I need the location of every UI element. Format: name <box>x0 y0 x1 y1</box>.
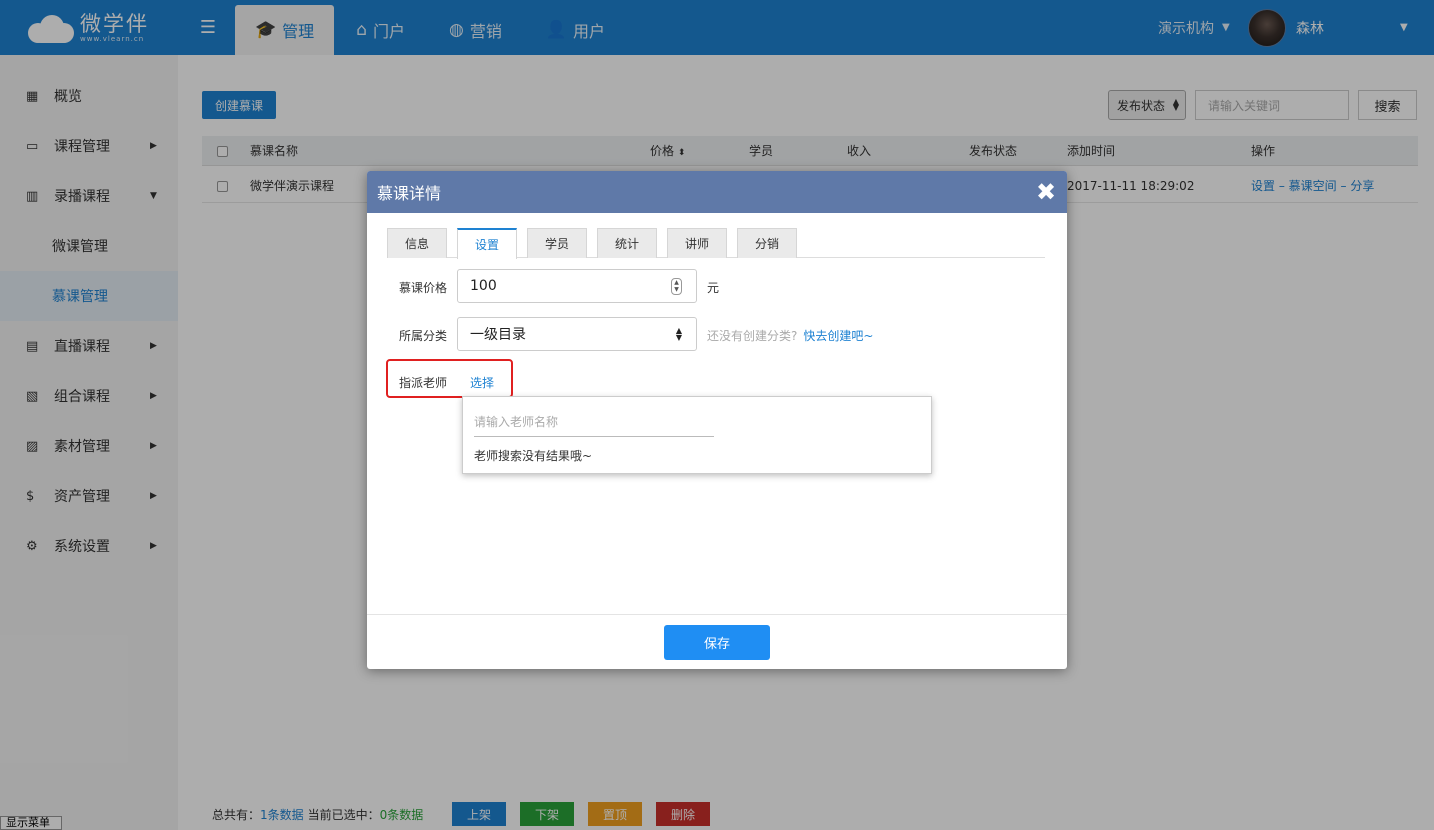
create-category-link[interactable]: 快去创建吧~ <box>803 329 873 343</box>
category-label: 所属分类 <box>399 329 448 343</box>
teacher-search-input[interactable]: 请输入老师名称 <box>474 407 714 437</box>
category-select[interactable]: 一级目录 ▲ ▼ <box>457 317 697 351</box>
select-arrows-icon: ▲ ▼ <box>675 326 682 342</box>
teacher-empty-message: 老师搜索没有结果哦~ <box>474 449 593 463</box>
tab-distribution[interactable]: 分销 <box>737 228 797 258</box>
tab-settings[interactable]: 设置 <box>457 228 517 259</box>
price-input[interactable]: 100 ▲ ▼ <box>457 269 697 303</box>
tab-lecturers[interactable]: 讲师 <box>667 228 727 258</box>
tab-stats[interactable]: 统计 <box>597 228 657 258</box>
close-icon[interactable]: ✖ <box>1033 178 1059 206</box>
modal-footer: 保存 <box>367 614 1067 669</box>
category-hint: 还没有创建分类? 快去创建吧~ <box>707 329 874 343</box>
category-value: 一级目录 <box>470 327 526 343</box>
tab-info[interactable]: 信息 <box>387 228 447 258</box>
save-button[interactable]: 保存 <box>664 625 770 660</box>
modal-tabs: 信息 设置 学员 统计 讲师 分销 <box>387 228 1045 259</box>
teacher-search-dropdown: 请输入老师名称 老师搜索没有结果哦~ <box>462 396 932 474</box>
modal-header: 慕课详情 ✖ <box>367 171 1067 213</box>
select-teacher-link[interactable]: 选择 <box>470 374 494 391</box>
price-value: 100 <box>470 278 497 294</box>
modal-title: 慕课详情 <box>377 184 442 203</box>
tab-students[interactable]: 学员 <box>527 228 587 258</box>
teacher-label: 指派老师 <box>399 376 448 390</box>
price-unit: 元 <box>707 281 720 295</box>
number-stepper-icon[interactable]: ▲ ▼ <box>671 278 682 295</box>
mooc-detail-modal: 慕课详情 ✖ 信息 设置 学员 统计 讲师 分销 慕课价格 100 ▲ ▼ 元 所… <box>367 171 1067 669</box>
price-label: 慕课价格 <box>399 281 448 295</box>
